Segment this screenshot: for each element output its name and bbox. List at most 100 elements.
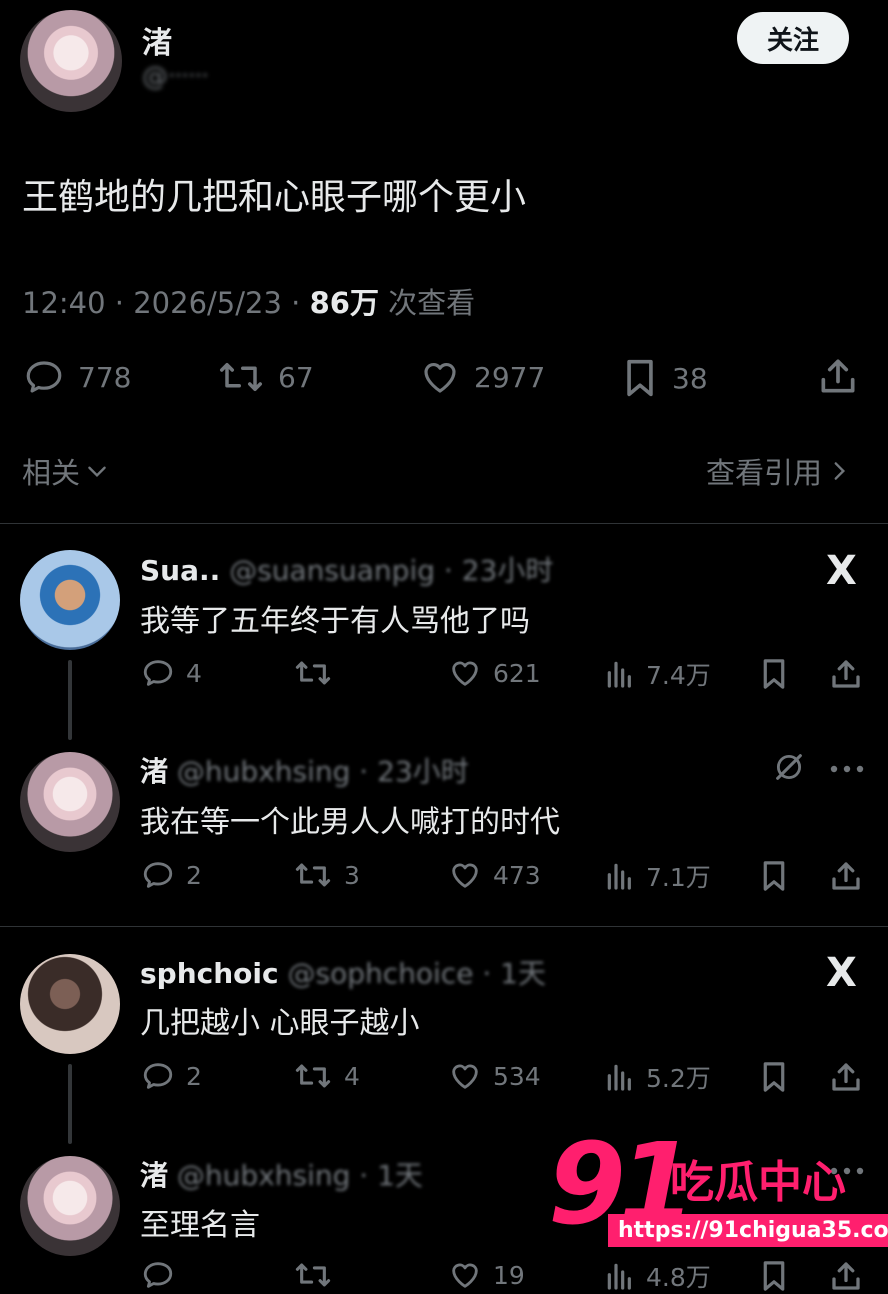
chevron-down-icon	[84, 458, 110, 484]
bookmark-icon	[758, 858, 790, 894]
tweet-text: 王鹤地的几把和心眼子哪个更小	[22, 177, 527, 218]
reply-text: 我等了五年终于有人骂他了吗	[140, 604, 530, 639]
reply-share-action[interactable]	[828, 1059, 864, 1095]
retweet-icon	[292, 656, 334, 690]
reply-text: 至理名言	[140, 1208, 260, 1243]
views-icon	[604, 860, 636, 892]
reply-bookmark-action[interactable]	[758, 858, 790, 894]
heart-icon	[447, 656, 483, 690]
retweet-icon	[292, 1059, 334, 1093]
reply-reply-action[interactable]	[140, 1258, 186, 1292]
share-icon	[828, 656, 864, 692]
like-count: 2977	[474, 360, 546, 394]
more-options-icon[interactable]	[830, 764, 864, 774]
reply-like-action[interactable]: 534	[447, 1059, 541, 1093]
section-divider	[0, 523, 888, 524]
reply-reply-action[interactable]: 2	[140, 1059, 202, 1093]
reply-like-action[interactable]: 19	[447, 1258, 525, 1292]
reply-bookmark-action[interactable]	[758, 1258, 790, 1294]
bookmark-icon	[758, 656, 790, 692]
reply-reply-action[interactable]: 4	[140, 656, 202, 690]
reply-author-name[interactable]: Sua..	[140, 554, 220, 587]
reply-handle-time: @sophchoice · 1天	[287, 957, 546, 990]
reply-avatar[interactable]	[20, 1156, 120, 1256]
reply-bookmark-action[interactable]	[758, 656, 790, 692]
retweet-icon	[292, 858, 334, 892]
reply-avatar[interactable]	[20, 550, 120, 650]
reply-avatar[interactable]	[20, 954, 120, 1054]
reply-views-action[interactable]: 4.8万	[604, 1258, 711, 1294]
reply-author-name[interactable]: sphchoic	[140, 957, 279, 990]
reply-author-line: 渚 @hubxhsing · 23小时	[140, 750, 469, 790]
share-icon	[828, 1258, 864, 1294]
reply-author-name[interactable]: 渚	[140, 755, 168, 788]
reply-views-count: 4.8万	[646, 1263, 711, 1292]
share-icon	[816, 354, 860, 398]
view-quotes-link[interactable]: 查看引用	[706, 450, 852, 492]
retweet-count: 67	[278, 360, 314, 394]
grok-icon[interactable]	[772, 750, 806, 784]
follow-button[interactable]: 关注	[737, 12, 849, 64]
reply-views-count: 7.1万	[646, 863, 711, 892]
reply-reply-count: 2	[186, 1061, 202, 1091]
reply-icon	[140, 1258, 176, 1292]
related-toggle[interactable]: 相关	[22, 450, 110, 492]
reply-handle-time: @suansuanpig · 23小时	[229, 554, 554, 587]
reply-icon	[140, 1059, 176, 1093]
retweet-icon	[292, 1258, 334, 1292]
reply-retweet-action[interactable]	[292, 656, 344, 690]
heart-icon	[447, 1059, 483, 1093]
bookmark-count: 38	[672, 361, 708, 395]
reply-bookmark-action[interactable]	[758, 1059, 790, 1095]
reply-reply-action[interactable]: 2	[140, 858, 202, 892]
reply-retweet-action[interactable]: 4	[292, 1059, 360, 1093]
watermark-brand: 吃瓜中心	[670, 1157, 846, 1208]
reply-icon	[140, 656, 176, 690]
reply-like-action[interactable]: 621	[447, 656, 541, 690]
views-icon	[604, 658, 636, 690]
bookmark-action[interactable]: 38	[620, 356, 708, 400]
bookmark-icon	[620, 356, 660, 400]
tweet-meta: 12:40 · 2026/5/23 · 86万 次查看	[22, 280, 475, 322]
reply-views-count: 5.2万	[646, 1064, 711, 1093]
retweet-action[interactable]: 67	[216, 356, 314, 398]
reply-retweet-action[interactable]	[292, 1258, 344, 1292]
reply-icon	[140, 858, 176, 892]
reply-author-line: Sua.. @suansuanpig · 23小时	[140, 549, 553, 589]
tweet-view-count: 86万	[309, 286, 379, 320]
x-logo-icon: X	[826, 548, 857, 594]
author-display-name[interactable]: 渚	[142, 18, 172, 62]
author-handle[interactable]: @ᐧᐧᐧᐧᐧᐧ	[142, 62, 208, 92]
reply-retweet-action[interactable]: 3	[292, 858, 360, 892]
reply-like-action[interactable]: 473	[447, 858, 541, 892]
views-icon	[604, 1260, 636, 1292]
reply-share-action[interactable]	[828, 656, 864, 692]
reply-views-action[interactable]: 7.4万	[604, 656, 711, 692]
reply-author-line: sphchoic @sophchoice · 1天	[140, 952, 546, 992]
author-avatar[interactable]	[20, 10, 122, 112]
reply-handle-time: @hubxhsing · 23小时	[176, 755, 469, 788]
reply-avatar[interactable]	[20, 752, 120, 852]
share-icon	[828, 858, 864, 894]
reply-author-name[interactable]: 渚	[140, 1159, 168, 1192]
related-label: 相关	[22, 456, 81, 490]
thread-connector	[68, 1064, 72, 1144]
reply-share-action[interactable]	[828, 1258, 864, 1294]
reply-retweet-count: 3	[344, 860, 360, 890]
heart-icon	[418, 356, 462, 398]
thread-connector	[68, 660, 72, 740]
reply-icon	[22, 356, 66, 398]
reply-views-action[interactable]: 7.1万	[604, 858, 711, 894]
bookmark-icon	[758, 1059, 790, 1095]
bookmark-icon	[758, 1258, 790, 1294]
section-divider	[0, 926, 888, 927]
reply-share-action[interactable]	[828, 858, 864, 894]
heart-icon	[447, 858, 483, 892]
reply-views-action[interactable]: 5.2万	[604, 1059, 711, 1095]
reply-action[interactable]: 778	[22, 356, 131, 398]
reply-count: 778	[78, 360, 132, 394]
reply-reply-count: 2	[186, 860, 202, 890]
like-action[interactable]: 2977	[418, 356, 545, 398]
retweet-icon	[216, 356, 266, 398]
share-button[interactable]	[816, 354, 860, 398]
